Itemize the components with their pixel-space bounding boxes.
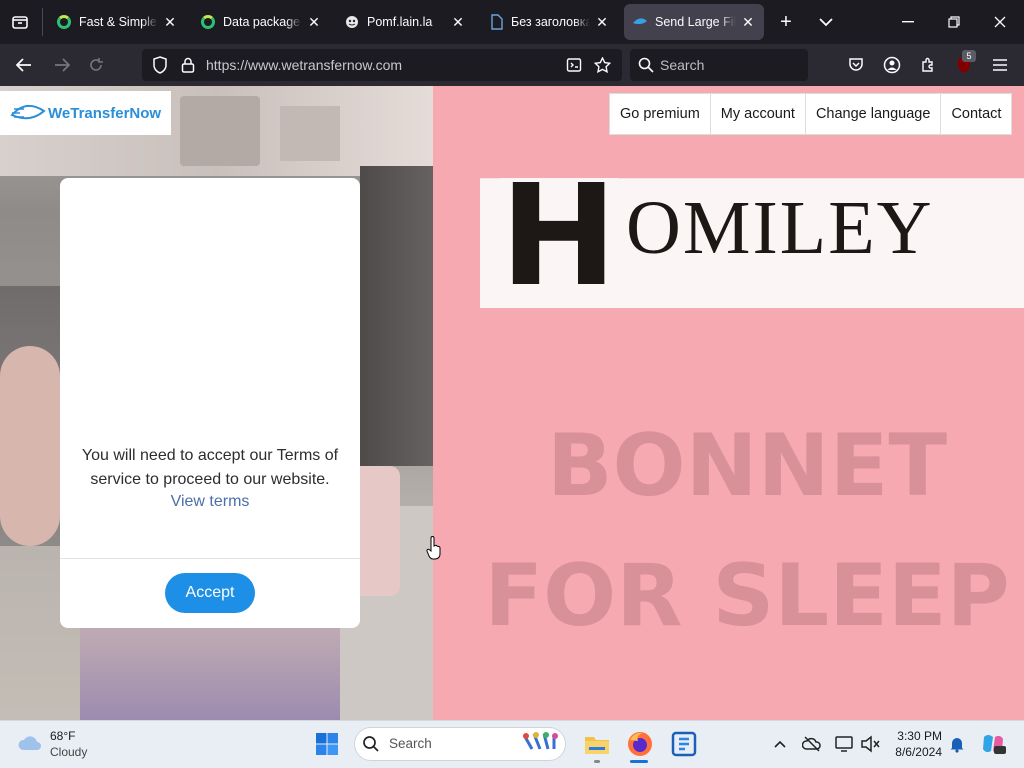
firefox-icon[interactable]	[626, 730, 654, 758]
ad-headline-line1: BONNET	[546, 416, 948, 516]
window-close-icon[interactable]	[988, 10, 1012, 34]
lock-icon[interactable]	[178, 55, 198, 75]
tab-title: Fast & Simple Fi	[79, 15, 158, 29]
nav-contact[interactable]: Contact	[941, 94, 1011, 134]
accept-button[interactable]: Accept	[165, 573, 255, 613]
search-icon	[362, 735, 380, 753]
chevron-down-icon[interactable]	[814, 10, 838, 34]
file-explorer-icon[interactable]	[583, 730, 611, 758]
hand-cursor-icon	[426, 536, 441, 560]
page-icon	[488, 14, 504, 30]
remote-app-icon[interactable]	[670, 730, 698, 758]
wtn-icon	[632, 14, 648, 30]
top-nav: Go premium My account Change language Co…	[609, 93, 1013, 135]
reader-view-icon[interactable]	[564, 55, 584, 75]
tab-untitled[interactable]: Без заголовка - ✕	[480, 4, 618, 40]
chevron-up-icon[interactable]	[772, 736, 788, 752]
reload-icon[interactable]	[84, 53, 108, 77]
cloudy-weather-icon[interactable]	[16, 732, 44, 754]
tab-separator	[42, 8, 43, 36]
tab-title: Send Large Files	[655, 15, 736, 29]
tab-list-icon[interactable]	[8, 10, 32, 34]
weather-desc[interactable]: Cloudy	[50, 745, 87, 759]
close-icon[interactable]: ✕	[594, 14, 610, 31]
search-placeholder: Search	[660, 57, 705, 73]
onedrive-offline-icon[interactable]	[801, 735, 822, 753]
pocket-icon[interactable]	[846, 55, 866, 75]
nav-my-account[interactable]: My account	[711, 94, 806, 134]
taskbar-time[interactable]: 3:30 PM	[892, 729, 942, 743]
logo-text: WeTransferNow	[48, 104, 162, 122]
display-icon[interactable]	[834, 735, 854, 753]
terms-modal: You will need to accept our Terms of ser…	[60, 178, 360, 628]
running-indicator	[594, 760, 600, 763]
close-icon[interactable]: ✕	[740, 14, 756, 31]
tab-fast-simple[interactable]: Fast & Simple Fi ✕	[48, 4, 186, 40]
page-content: WeTransferNow Go premium My account Chan…	[0, 86, 1024, 720]
search-icon	[636, 55, 656, 75]
green-ring-icon	[56, 14, 72, 30]
restore-icon[interactable]	[942, 10, 966, 34]
tab-title: Без заголовка -	[511, 15, 590, 29]
windows-start-icon[interactable]	[315, 732, 339, 756]
tab-title: Data package fr	[223, 15, 302, 29]
notification-bell-icon[interactable]	[948, 735, 966, 753]
terms-message: You will need to accept our Terms of ser…	[81, 447, 339, 488]
ad-headline-line2: FOR SLEEP	[484, 546, 1010, 646]
sound-muted-icon[interactable]	[860, 735, 880, 753]
url-text[interactable]: https://www.wetransfernow.com	[206, 56, 402, 74]
close-icon[interactable]: ✕	[450, 14, 466, 31]
ad-brand-name: OMILEY	[626, 186, 934, 270]
new-tab-icon[interactable]: +	[774, 10, 798, 34]
pomf-icon	[344, 14, 360, 30]
search-highlight-icon	[520, 731, 564, 757]
copilot-icon[interactable]	[980, 731, 1006, 757]
modal-divider	[60, 558, 360, 559]
close-icon[interactable]: ✕	[162, 14, 178, 31]
green-ring-icon	[200, 14, 216, 30]
account-icon[interactable]	[882, 55, 902, 75]
taskbar-search-placeholder: Search	[389, 736, 432, 751]
hamburger-menu-icon[interactable]	[990, 55, 1010, 75]
minimize-icon[interactable]	[896, 10, 920, 34]
extensions-icon[interactable]	[918, 55, 938, 75]
active-indicator	[630, 760, 648, 763]
weather-temp[interactable]: 68°F	[50, 729, 75, 743]
tab-pomf[interactable]: Pomf.lain.la ✕	[336, 4, 474, 40]
bookmark-star-icon[interactable]	[592, 55, 612, 75]
tab-data-package[interactable]: Data package fr ✕	[192, 4, 330, 40]
nav-go-premium[interactable]: Go premium	[610, 94, 711, 134]
close-icon[interactable]: ✕	[306, 14, 322, 31]
forward-icon[interactable]	[50, 53, 74, 77]
search-box[interactable]	[630, 49, 808, 81]
tab-send-large-files[interactable]: Send Large Files ✕	[624, 4, 764, 40]
shield-icon[interactable]	[150, 55, 170, 75]
taskbar-date[interactable]: 8/6/2024	[887, 745, 942, 759]
view-terms-link[interactable]: View terms	[60, 492, 360, 512]
back-icon[interactable]	[12, 53, 36, 77]
nav-change-language[interactable]: Change language	[806, 94, 942, 134]
site-logo[interactable]: WeTransferNow	[0, 91, 171, 135]
extension-badge: 5	[962, 50, 976, 62]
tab-title: Pomf.lain.la	[367, 15, 433, 29]
wtn-logo-icon	[10, 104, 46, 120]
ad-brand-initial: H	[500, 178, 618, 296]
